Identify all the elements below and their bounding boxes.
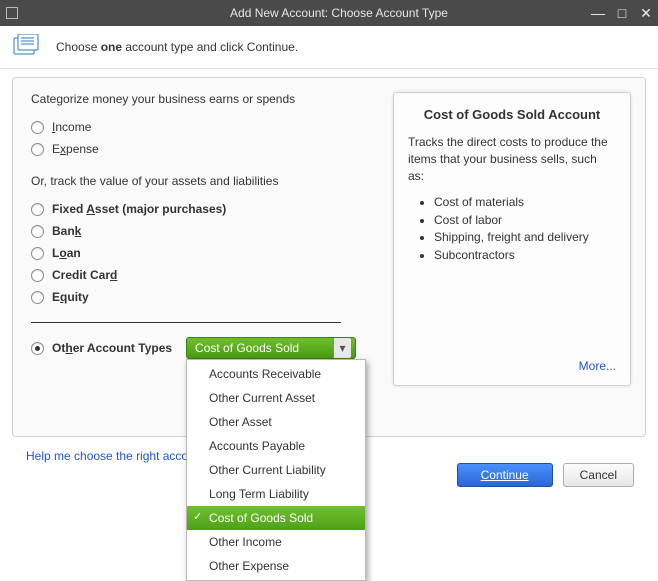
radio-icon [31,225,44,238]
radio-fixed-asset[interactable]: Fixed Asset (major purchases) [31,198,361,220]
dropdown-option[interactable]: Accounts Payable [187,434,365,458]
accounts-icon [12,34,44,60]
dropdown-selected-value: Cost of Goods Sold [195,341,299,355]
radio-fixed-asset-label: Fixed Asset (major purchases) [52,202,226,216]
system-menu-icon[interactable] [6,7,18,19]
other-account-type-dropdown[interactable]: Cost of Goods Sold ▾ Accounts Receivable… [186,337,356,359]
radio-loan-label: Loan [52,246,81,260]
dropdown-menu: Accounts ReceivableOther Current AssetOt… [186,359,366,581]
radio-loan[interactable]: Loan [31,242,361,264]
dropdown-option[interactable]: Other Asset [187,410,365,434]
radio-equity[interactable]: Equity [31,286,361,308]
dropdown-option[interactable]: Accounts Receivable [187,362,365,386]
dropdown-option[interactable]: Other Current Liability [187,458,365,482]
radio-icon [31,203,44,216]
instruction-header: Choose one account type and click Contin… [0,26,658,69]
dropdown-option[interactable]: Long Term Liability [187,482,365,506]
radio-icon [31,143,44,156]
radio-icon [31,291,44,304]
chevron-down-icon: ▾ [333,338,351,358]
radio-bank[interactable]: Bank [31,220,361,242]
close-button[interactable]: ✕ [638,5,654,22]
minimize-button[interactable]: — [590,5,606,21]
radio-credit-card[interactable]: Credit Card [31,264,361,286]
info-bullet: Cost of materials [434,194,616,211]
radio-other-label: Other Account Types [52,341,172,355]
account-type-panel: Categorize money your business earns or … [12,77,646,437]
info-card-title: Cost of Goods Sold Account [408,107,616,122]
radio-bank-label: Bank [52,224,81,238]
divider [31,322,341,323]
account-info-card: Cost of Goods Sold Account Tracks the di… [393,92,631,386]
window-title: Add New Account: Choose Account Type [26,6,652,20]
radio-income[interactable]: Income [31,116,361,138]
section-categorize-label: Categorize money your business earns or … [31,92,361,106]
radio-equity-label: Equity [52,290,89,304]
radio-income-label: Income [52,120,91,134]
more-link[interactable]: More... [579,359,616,373]
dropdown-option[interactable]: Other Income [187,530,365,554]
radio-expense[interactable]: Expense [31,138,361,160]
radio-credit-card-label: Credit Card [52,268,117,282]
titlebar: Add New Account: Choose Account Type — □… [0,0,658,26]
continue-button[interactable]: Continue [457,463,553,487]
radio-icon [31,342,44,355]
radio-icon [31,247,44,260]
info-bullet: Cost of labor [434,212,616,229]
cancel-button[interactable]: Cancel [563,463,634,487]
radio-icon [31,121,44,134]
section-track-label: Or, track the value of your assets and l… [31,174,361,188]
radio-other-account-types[interactable]: Other Account Types [31,341,172,355]
info-card-bullets: Cost of materialsCost of laborShipping, … [408,194,616,264]
dropdown-option[interactable]: Other Current Asset [187,386,365,410]
info-bullet: Shipping, freight and delivery [434,229,616,246]
radio-expense-label: Expense [52,142,99,156]
maximize-button[interactable]: □ [614,5,630,21]
radio-icon [31,269,44,282]
instruction-text: Choose one account type and click Contin… [56,40,298,54]
dropdown-option[interactable]: Cost of Goods Sold [187,506,365,530]
info-bullet: Subcontractors [434,247,616,264]
info-card-desc: Tracks the direct costs to produce the i… [408,134,616,184]
